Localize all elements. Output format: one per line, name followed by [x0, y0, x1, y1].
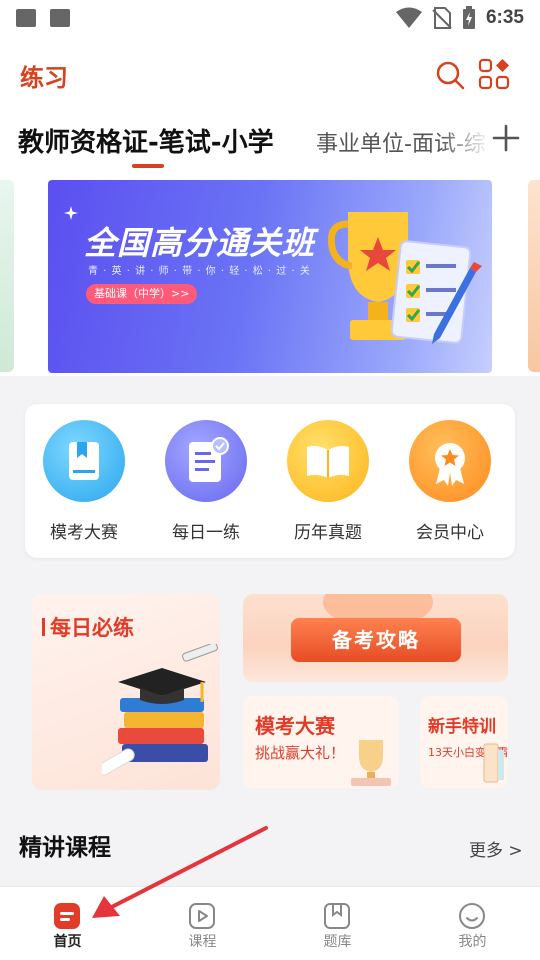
nav-home[interactable]: 首页: [0, 887, 135, 960]
graduation-books-illustration: [102, 644, 218, 776]
banner-subtitle: 青 · 英 · 讲 · 师 · 带 · 你 · 轻 · 松 · 过 · 关: [88, 266, 311, 277]
add-category-icon[interactable]: [490, 122, 522, 154]
sparkle-icon: [64, 206, 78, 220]
promo-newbie-training[interactable]: 新手特训 13天小白变学霸: [420, 696, 508, 788]
promo-mock-subtitle: 挑战赢大礼！: [255, 744, 346, 762]
nav-label: 我的: [458, 934, 487, 950]
promo-newbie-title: 新手特训: [428, 717, 496, 737]
app-header: 练习: [0, 36, 540, 108]
shortcut-label: 会员中心: [416, 523, 484, 543]
tab-fade-overlay: [440, 118, 490, 164]
shortcut-card: 模考大赛 每日一练 历年真题 会员中心: [25, 404, 515, 558]
tab-teacher-cert-written-primary[interactable]: 教师资格证-笔试-小学: [18, 122, 274, 159]
checklist-icon: [165, 420, 247, 502]
active-tab-indicator: [132, 164, 164, 168]
open-book-icon: [287, 420, 369, 502]
promo-mock-contest[interactable]: 模考大赛 挑战赢大礼！: [243, 696, 399, 788]
battery-charging-icon: [462, 6, 475, 29]
nav-label: 课程: [188, 934, 217, 950]
shortcut-past-exams[interactable]: 历年真题: [273, 420, 383, 550]
banner-carousel[interactable]: 全国高分通关班 青 · 英 · 讲 · 师 · 带 · 你 · 轻 · 松 · …: [0, 176, 540, 376]
shortcut-label: 历年真题: [294, 523, 362, 543]
more-courses-link[interactable]: 更多 >: [469, 836, 523, 861]
promo-mock-title: 模考大赛: [255, 714, 335, 738]
banner-next-peek[interactable]: [528, 180, 540, 372]
exam-category-tabs: 教师资格证-笔试-小学 事业单位-面试-综: [0, 108, 540, 174]
bookmark-book-icon: [43, 420, 125, 502]
question-bank-icon: [324, 903, 350, 929]
promo-daily-practice[interactable]: 每日必练: [32, 594, 220, 790]
nav-label: 题库: [323, 934, 352, 950]
trophy-icon: [351, 740, 391, 786]
banner-course-pill[interactable]: 基础课（中学）>>: [86, 284, 198, 304]
banner-prev-peek[interactable]: [0, 180, 14, 372]
shortcut-label: 模考大赛: [50, 523, 118, 543]
home-icon: [54, 903, 80, 929]
medal-icon: [409, 420, 491, 502]
section-title-featured-courses: 精讲课程: [19, 835, 111, 861]
search-icon[interactable]: [433, 58, 467, 92]
title-accent-bar: [42, 618, 45, 636]
promo-strategy-title: 备考攻略: [291, 618, 461, 662]
shortcut-member-center[interactable]: 会员中心: [395, 420, 505, 550]
nav-profile[interactable]: 我的: [405, 887, 540, 960]
trophy-checklist-illustration: [327, 212, 482, 344]
wifi-icon: [395, 7, 422, 28]
status-bar: 6:35: [0, 0, 540, 36]
promo-daily-title: 每日必练: [50, 616, 134, 640]
promo-exam-strategy[interactable]: 备考攻略: [243, 594, 508, 682]
banner-slide[interactable]: 全国高分通关班 青 · 英 · 讲 · 师 · 带 · 你 · 轻 · 松 · …: [48, 180, 492, 373]
category-grid-icon[interactable]: [478, 58, 512, 92]
nav-courses[interactable]: 课程: [135, 887, 270, 960]
shortcut-daily-practice[interactable]: 每日一练: [151, 420, 261, 550]
font-notification-icon: [50, 9, 70, 27]
banner-title: 全国高分通关班: [84, 224, 316, 262]
page-title: 练习: [20, 64, 68, 92]
no-sim-icon: [432, 7, 452, 29]
bottom-navigation: 首页 课程 题库 我的: [0, 886, 540, 960]
shortcut-label: 每日一练: [172, 523, 240, 543]
status-time: 6:35: [485, 7, 524, 28]
shortcut-mock-contest[interactable]: 模考大赛: [29, 420, 139, 550]
nav-label: 首页: [53, 934, 82, 950]
nav-question-bank[interactable]: 题库: [270, 887, 405, 960]
play-icon: [189, 903, 215, 929]
gallery-notification-icon: [16, 9, 36, 27]
profile-icon: [459, 903, 485, 929]
ruler-icon: [483, 743, 504, 783]
